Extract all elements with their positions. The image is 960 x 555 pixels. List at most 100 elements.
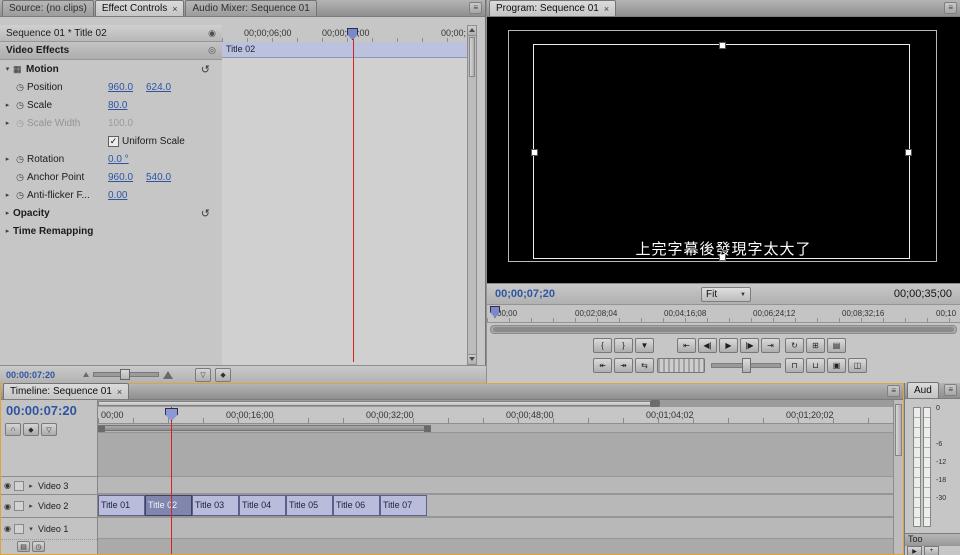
scale-value[interactable]: 80.0 (108, 100, 127, 111)
snap-toggle[interactable]: ∩ (5, 423, 21, 436)
toggle-track-output-icon[interactable]: ◉ (4, 524, 11, 533)
anchor-x-value[interactable]: 960.0 (108, 172, 133, 183)
tab-audio-mixer[interactable]: Audio Mixer: Sequence 01 (185, 0, 316, 16)
zoom-in-icon[interactable] (163, 371, 173, 379)
anti-flicker-value[interactable]: 0.00 (108, 190, 127, 201)
scrollbar-thumb[interactable] (469, 37, 475, 77)
ec-keyframe-area[interactable]: Title 02 (222, 42, 467, 365)
zoom-slider[interactable] (93, 372, 159, 377)
ec-footer-button[interactable]: ◆ (215, 368, 231, 382)
clip-title-05[interactable]: Title 05 (286, 495, 333, 516)
viewing-area-range[interactable] (98, 401, 658, 406)
track-lock-toggle[interactable] (14, 524, 24, 534)
twirl-closed-icon[interactable]: ▸ (27, 482, 35, 490)
stopwatch-icon[interactable]: ◷ (13, 154, 27, 165)
panel-menu-icon[interactable]: ≡ (944, 384, 957, 396)
clip-title-03[interactable]: Title 03 (192, 495, 239, 516)
jog-wheel[interactable] (657, 358, 705, 373)
ec-zoom-control[interactable] (83, 371, 173, 379)
go-to-prev-edit-button[interactable]: ↞ (593, 358, 612, 373)
show-keyframes-button[interactable]: ◷ (32, 541, 45, 552)
panel-menu-icon[interactable]: ≡ (469, 2, 482, 14)
loop-button[interactable]: ↻ (785, 338, 804, 353)
stopwatch-icon[interactable]: ◷ (13, 82, 27, 93)
twirl-closed-icon[interactable]: ▸ (2, 155, 13, 163)
output-button[interactable]: ▤ (827, 338, 846, 353)
track-lock-toggle[interactable] (14, 501, 24, 511)
close-icon[interactable]: × (604, 4, 609, 14)
tab-audio-meters[interactable]: Aud (907, 382, 939, 398)
pm-current-timecode[interactable]: 00;00;07;20 (495, 288, 555, 300)
toggle-track-output-icon[interactable]: ◉ (4, 502, 11, 511)
program-video-area[interactable]: 上完字幕後發現字太大了 (487, 17, 960, 283)
video-effects-header[interactable]: Video Effects ◎ (0, 42, 222, 60)
close-icon[interactable]: × (172, 4, 177, 14)
work-area-segment[interactable] (98, 425, 431, 431)
effect-time-remapping-row[interactable]: ▸ Time Remapping (0, 222, 222, 240)
scroll-down-arrow[interactable] (468, 354, 476, 364)
set-marker-button[interactable]: ▼ (635, 338, 654, 353)
effect-motion-row[interactable]: ▾ ▦ Motion ↺ (0, 60, 222, 78)
stopwatch-icon[interactable]: ◷ (13, 190, 27, 201)
selection-tool-button[interactable]: ▶ (907, 546, 922, 555)
export-frame-button[interactable]: ▣ (827, 358, 846, 373)
shuttle-thumb[interactable] (742, 358, 751, 373)
safe-margins-button[interactable]: ⊞ (806, 338, 825, 353)
zoom-slider-thumb[interactable] (120, 369, 130, 380)
panel-menu-icon[interactable]: ≡ (944, 2, 957, 14)
set-in-point-button[interactable]: { (593, 338, 612, 353)
step-back-button[interactable]: ◀| (698, 338, 717, 353)
toggle-timeline-view-button[interactable]: ◉ (208, 28, 216, 39)
clip-title-01[interactable]: Title 01 (98, 495, 145, 516)
set-encore-marker-button[interactable]: ◆ (23, 423, 39, 436)
stopwatch-icon[interactable]: ◷ (13, 100, 27, 111)
tab-tools[interactable]: Too (905, 533, 960, 546)
fit-dropdown[interactable]: Fit ▼ (701, 287, 751, 302)
ec-clip-bar[interactable]: Title 02 (222, 42, 467, 58)
title-selection-box[interactable] (533, 44, 910, 259)
twirl-closed-icon[interactable]: ▸ (2, 209, 13, 217)
position-y-value[interactable]: 624.0 (146, 82, 171, 93)
reset-button[interactable]: ↺ (201, 63, 210, 76)
ec-footer-button[interactable]: ▽ (195, 368, 211, 382)
track-lock-toggle[interactable] (14, 481, 24, 491)
track-lane-video2[interactable]: Title 01 Title 02 Title 03 Title 04 Titl… (98, 494, 893, 517)
trim-button[interactable]: ◫ (848, 358, 867, 373)
panel-menu-icon[interactable]: ≡ (887, 385, 900, 397)
track-lane-video1[interactable] (98, 517, 893, 539)
tl-current-timecode[interactable]: 00:00:07:20 (6, 403, 77, 418)
reset-button[interactable]: ↺ (201, 207, 210, 220)
play-button[interactable]: ▶ (719, 338, 738, 353)
selection-handle-left[interactable] (531, 149, 538, 156)
clip-title-06[interactable]: Title 06 (333, 495, 380, 516)
track-header-video3[interactable]: ◉ ▸ Video 3 (1, 476, 97, 494)
twirl-closed-icon[interactable]: ▸ (27, 502, 35, 510)
pm-horizontal-scrollbar[interactable] (490, 325, 957, 334)
tl-vertical-scrollbar[interactable] (893, 400, 903, 554)
scrollbar-thumb[interactable] (493, 327, 954, 332)
collapse-section-icon[interactable]: ◎ (208, 45, 216, 56)
twirl-open-icon[interactable]: ▾ (27, 525, 35, 533)
track-lane-video3[interactable] (98, 476, 893, 494)
track-header-video1[interactable]: ◉ ▾ Video 1 (1, 517, 97, 539)
twirl-closed-icon[interactable]: ▸ (2, 101, 13, 109)
tab-timeline[interactable]: Timeline: Sequence 01 × (3, 383, 129, 399)
twirl-open-icon[interactable]: ▾ (2, 65, 13, 73)
set-unnumbered-marker-button[interactable]: ▽ (41, 423, 57, 436)
set-display-style-button[interactable]: ▤ (17, 541, 30, 552)
ec-mini-timeline-ruler[interactable]: 00;00;06;00 00;00;08;00 00;00; (222, 25, 467, 43)
scroll-up-arrow[interactable] (468, 26, 476, 36)
work-area-start-handle[interactable] (98, 426, 105, 432)
tl-viewing-area-bar[interactable] (98, 400, 893, 407)
tab-program[interactable]: Program: Sequence 01 × (489, 0, 616, 16)
play-in-to-out-button[interactable]: ⇆ (635, 358, 654, 373)
close-icon[interactable]: × (117, 387, 122, 397)
lift-button[interactable]: ⊓ (785, 358, 804, 373)
viewing-area-handle[interactable] (650, 400, 660, 407)
go-to-next-edit-button[interactable]: ↠ (614, 358, 633, 373)
work-area-end-handle[interactable] (424, 426, 431, 432)
tl-track-area[interactable]: 00;00 00;00;16;00 00;00;32;00 00;00;48;0… (98, 400, 893, 554)
title-overlay-text[interactable]: 上完字幕後發現字太大了 (487, 238, 960, 259)
shuttle-slider[interactable] (711, 358, 781, 371)
pm-time-ruler[interactable]: 00;00 00;02;08;04 00;04;16;08 00;06;24;1… (487, 304, 960, 323)
